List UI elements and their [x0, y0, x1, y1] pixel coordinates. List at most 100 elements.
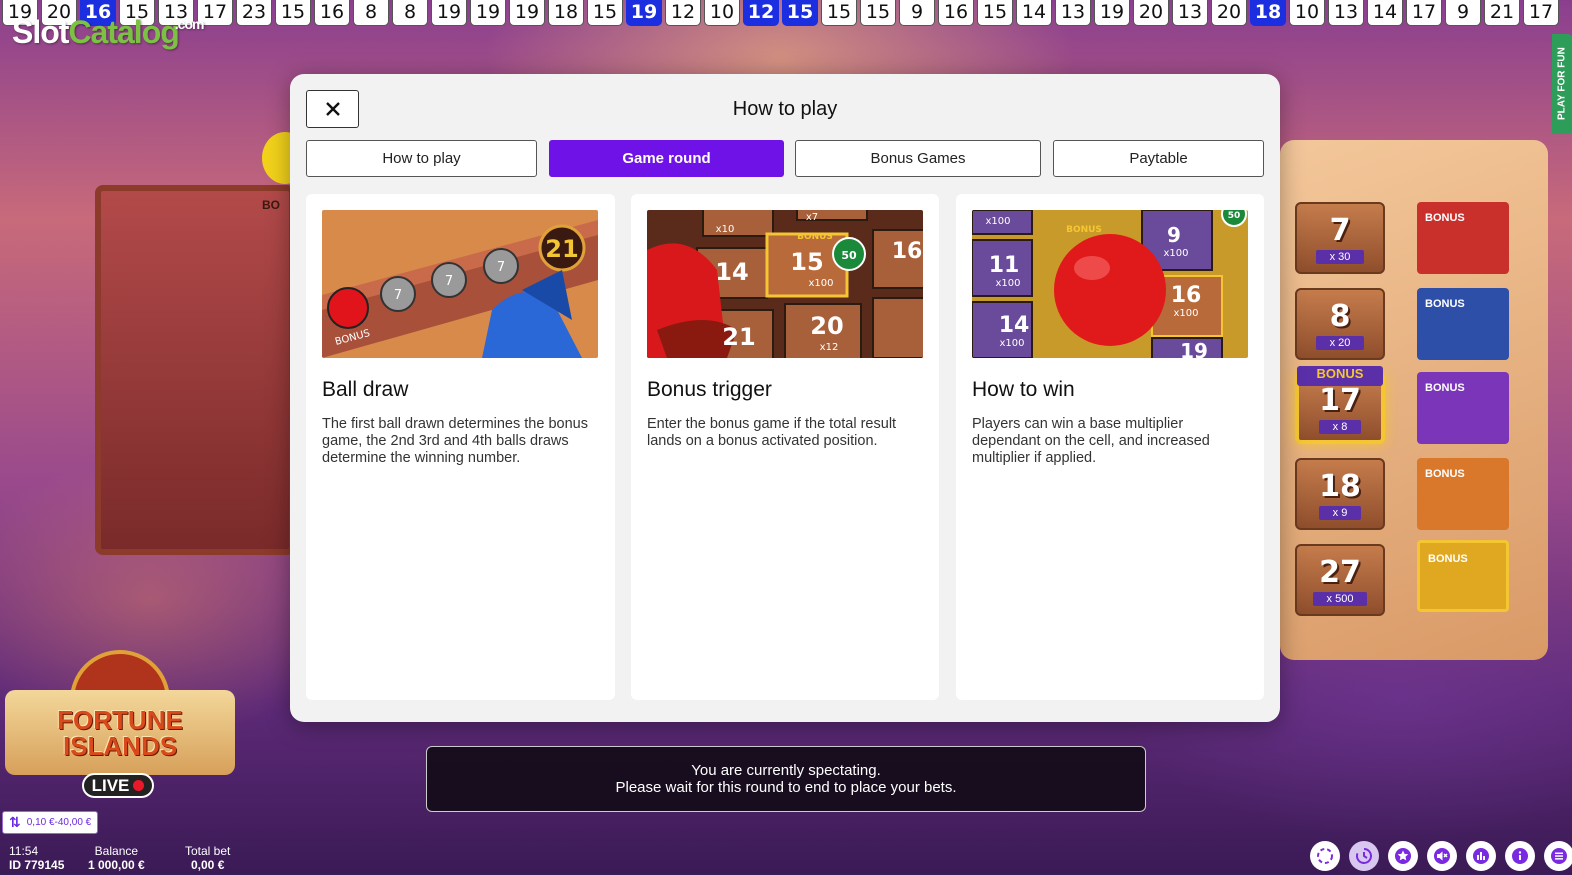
- left-game-board: [95, 185, 295, 555]
- balance-block: Balance 1 000,00 €: [88, 844, 145, 872]
- history-icon[interactable]: [1349, 841, 1379, 871]
- bet-limits-button[interactable]: ⇅ 0,10 €-40,00 €: [2, 811, 99, 834]
- bonus-label: BONUS: [1066, 225, 1102, 235]
- card-text: Players can win a base multiplier depend…: [972, 416, 1210, 466]
- history-ball: 13: [1328, 0, 1364, 26]
- cell-number: 14: [715, 258, 748, 286]
- history-ball: 12: [665, 0, 701, 26]
- history-ball: 8: [392, 0, 428, 26]
- total-bet-block: Total bet 0,00 €: [185, 844, 230, 872]
- spectating-notice: You are currently spectating. Please wai…: [426, 746, 1146, 812]
- sound-muted-icon[interactable]: [1427, 841, 1457, 871]
- bottom-toolbar: [1310, 841, 1572, 871]
- sort-arrows-icon: ⇅: [9, 814, 21, 830]
- history-ball: 18: [1250, 0, 1286, 26]
- history-ball: 15: [782, 0, 818, 26]
- balance-label: Balance: [94, 844, 139, 858]
- paytable-cell: 7x 30: [1295, 202, 1385, 274]
- modal-title: How to play: [732, 98, 838, 120]
- live-label: LIVE: [91, 775, 130, 795]
- small-ball-label: 7: [394, 288, 402, 303]
- cell-number: 19: [1180, 339, 1208, 358]
- spectating-line-1: You are currently spectating.: [691, 762, 881, 779]
- cell-mult: x100: [1163, 248, 1188, 259]
- statistics-icon[interactable]: [1466, 841, 1496, 871]
- cell-mult: x100: [985, 216, 1010, 227]
- spectating-line-2: Please wait for this round to end to pla…: [615, 779, 957, 796]
- history-ball: 10: [1289, 0, 1325, 26]
- balance-value: 1 000,00 €: [88, 858, 145, 872]
- total-bet-label: Total bet: [185, 844, 231, 858]
- history-ball: 16: [314, 0, 350, 26]
- history-ball: 14: [1016, 0, 1052, 26]
- history-ball: 10: [704, 0, 740, 26]
- history-ball: 16: [938, 0, 974, 26]
- info-icon[interactable]: [1505, 841, 1535, 871]
- favorite-star-icon[interactable]: [1388, 841, 1418, 871]
- fortune-islands-logo: FORTUNE ISLANDS: [5, 650, 235, 775]
- gold-bonus-tag: BONUS: [1297, 366, 1383, 386]
- cell-number: 21: [722, 323, 755, 351]
- how-to-play-modal: How to play How to play Game round Bonus…: [290, 74, 1280, 722]
- history-ball: 13: [1055, 0, 1091, 26]
- bonus-label: BONUS: [797, 232, 833, 242]
- card-title: How to win: [972, 378, 1075, 401]
- history-ball: 17: [1406, 0, 1442, 26]
- paytable-cell-multiplier: x 500: [1312, 591, 1368, 606]
- paytable-cell-number: 8: [1329, 298, 1351, 334]
- clock-time: 11:54: [9, 844, 39, 858]
- history-ball: 15: [860, 0, 896, 26]
- big-ball-label: 21: [545, 235, 578, 263]
- play-for-fun-tab[interactable]: PLAY FOR FUN: [1552, 34, 1572, 134]
- cell-number: 14: [999, 313, 1030, 338]
- history-ball: 19: [626, 0, 662, 26]
- bonus-trigger-image: 50 14 15 16 21 20 BONUS x100 x12 x10 x7: [647, 210, 923, 358]
- menu-icon[interactable]: [1544, 841, 1572, 871]
- paytable-cell-number: 17: [1319, 382, 1361, 418]
- paytable-cell-multiplier: x 20: [1315, 335, 1365, 350]
- logo-banner: FORTUNE ISLANDS: [5, 690, 235, 775]
- cell-number: 15: [790, 248, 823, 276]
- tab-how-to-play[interactable]: How to play: [306, 140, 537, 177]
- history-ball: 18: [548, 0, 584, 26]
- history-ball: 19: [431, 0, 467, 26]
- card-text: Enter the bonus game if the total result…: [647, 416, 897, 449]
- cell-mult: x12: [820, 342, 839, 353]
- history-ball: 14: [1367, 0, 1403, 26]
- card-ball-draw: 7 7 7 21 BONUS Ball draw The first ball …: [306, 194, 615, 700]
- card-title: Ball draw: [322, 378, 409, 401]
- bonus-cell: BONUS: [1417, 458, 1509, 530]
- cell-mult: x100: [808, 278, 833, 289]
- paytable-cell-number: 7: [1329, 212, 1351, 248]
- small-ball-label: 7: [445, 274, 453, 289]
- live-dot-icon: [133, 780, 145, 791]
- cell-mult: x100: [995, 278, 1020, 289]
- slotcatalog-watermark: SlotCatalog.com: [12, 14, 204, 50]
- ball-draw-image: 7 7 7 21 BONUS: [322, 210, 598, 358]
- cell-mult: x100: [999, 338, 1024, 349]
- paytable-cell-number: 18: [1319, 468, 1361, 504]
- session-id: ID 779145: [9, 858, 65, 872]
- fullscreen-icon[interactable]: [1310, 841, 1340, 871]
- tab-paytable[interactable]: Paytable: [1053, 140, 1264, 177]
- history-ball: 9: [1445, 0, 1481, 26]
- history-ball: 9: [899, 0, 935, 26]
- bonus-cell: BONUS: [1417, 372, 1509, 444]
- history-ball: 23: [236, 0, 272, 26]
- card-text: The first ball drawn determines the bonu…: [322, 416, 588, 466]
- card-title: Bonus trigger: [647, 378, 772, 401]
- bet-limits-text: 0,10 €-40,00 €: [26, 817, 92, 828]
- small-ball-label: 7: [497, 260, 505, 275]
- history-ball: 15: [275, 0, 311, 26]
- history-ball: 15: [821, 0, 857, 26]
- cell-mult: x10: [716, 224, 735, 235]
- cell-mult: x100: [1173, 308, 1198, 319]
- tab-bonus-games[interactable]: Bonus Games: [795, 140, 1041, 177]
- history-ball: 8: [353, 0, 389, 26]
- paytable-cell-multiplier: x 30: [1315, 249, 1365, 264]
- history-ball: 12: [743, 0, 779, 26]
- bonus-cell: BONUS: [1417, 202, 1509, 274]
- tab-game-round[interactable]: Game round: [549, 140, 784, 177]
- bonus-cell: BONUS: [1417, 540, 1509, 612]
- paytable-cell-multiplier: x 9: [1318, 505, 1362, 520]
